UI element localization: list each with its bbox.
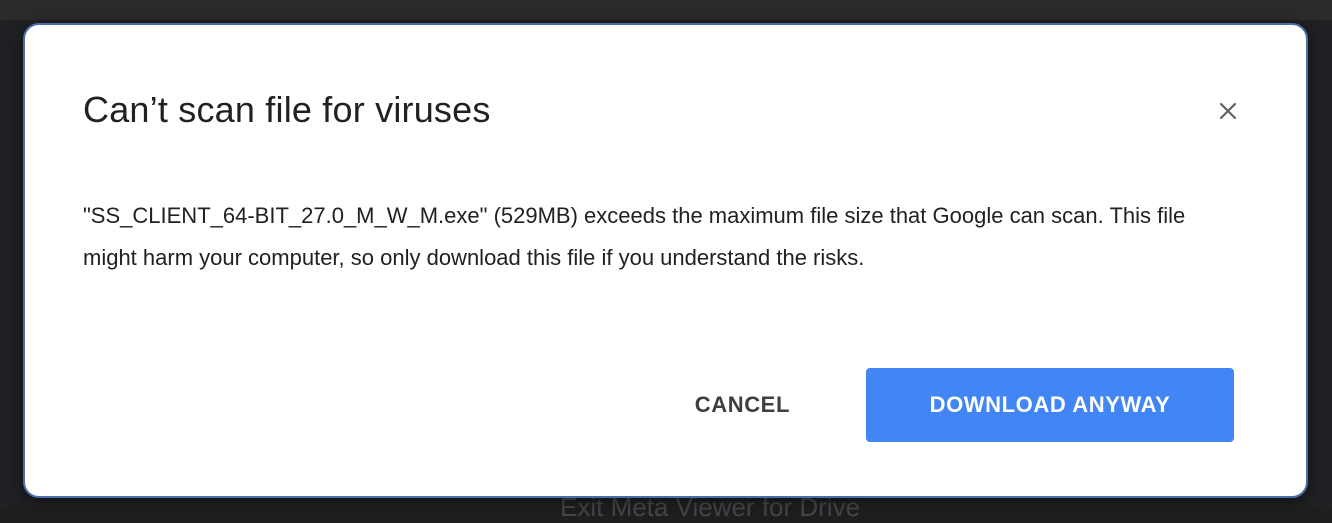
close-icon (1219, 102, 1237, 120)
dialog-title: Can’t scan file for viruses (83, 89, 491, 130)
cancel-button[interactable]: CANCEL (659, 370, 826, 440)
dialog-actions: CANCEL DOWNLOAD ANYWAY (659, 368, 1234, 442)
download-anyway-button[interactable]: DOWNLOAD ANYWAY (866, 368, 1234, 442)
virus-scan-warning-dialog: Can’t scan file for viruses "SS_CLIENT_6… (23, 23, 1308, 498)
close-button[interactable] (1210, 93, 1246, 129)
dialog-message: "SS_CLIENT_64-BIT_27.0_M_W_M.exe" (529MB… (83, 203, 1186, 270)
background-toolbar (0, 0, 1332, 20)
